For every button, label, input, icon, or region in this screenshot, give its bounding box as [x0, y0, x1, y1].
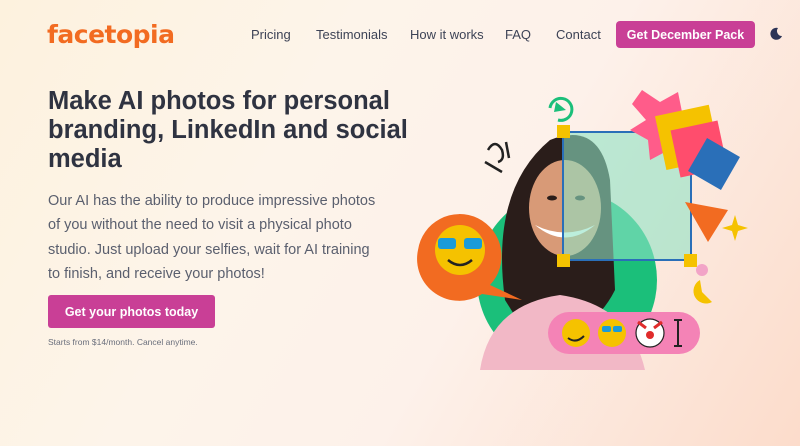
- sunglasses-emoji-icon: [435, 225, 485, 275]
- frame-handle: [684, 254, 697, 267]
- sparkle-icon: [722, 215, 748, 241]
- hero-title: Make AI photos for personal branding, Li…: [48, 87, 408, 173]
- get-december-pack-button[interactable]: Get December Pack: [616, 21, 755, 48]
- cool-emoji-icon: [598, 319, 626, 347]
- nav-link-testimonials[interactable]: Testimonials: [316, 27, 388, 42]
- top-navbar: facetopia Pricing Testimonials How it wo…: [0, 0, 800, 70]
- pacman-shape: [693, 280, 712, 304]
- scribble-doodle: [484, 141, 511, 174]
- nav-link-how-it-works[interactable]: How it works: [410, 27, 484, 42]
- pricing-note: Starts from $14/month. Cancel anytime.: [48, 337, 198, 347]
- frame-handle: [557, 254, 570, 267]
- wink-emoji-icon: [562, 319, 590, 347]
- frame-handle: [557, 125, 570, 138]
- moon-icon[interactable]: [769, 27, 783, 41]
- brand-logo[interactable]: facetopia: [47, 20, 175, 49]
- get-photos-button[interactable]: Get your photos today: [48, 295, 215, 328]
- hero-illustration: [417, 90, 748, 370]
- nav-link-pricing[interactable]: Pricing: [251, 27, 291, 42]
- nav-link-contact[interactable]: Contact: [556, 27, 601, 42]
- hero-description: Our AI has the ability to produce impres…: [48, 193, 376, 282]
- nav-link-faq[interactable]: FAQ: [505, 27, 531, 42]
